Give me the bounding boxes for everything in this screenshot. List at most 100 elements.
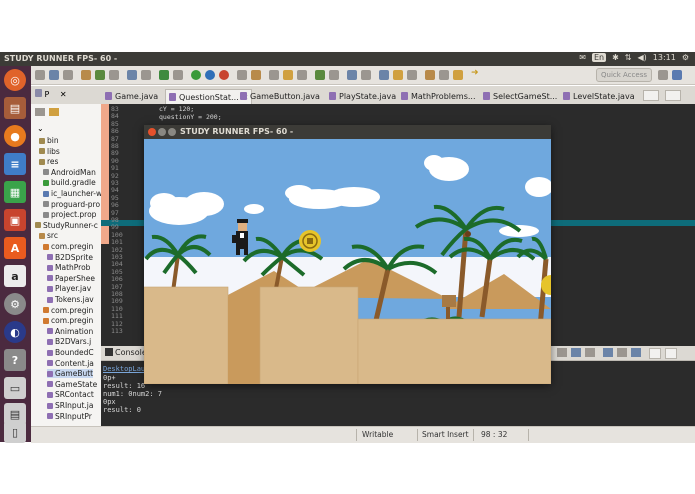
explorer-tab[interactable]: P ✕ <box>35 89 67 99</box>
terminate-icon[interactable] <box>557 348 567 357</box>
show-whitespace-icon[interactable] <box>379 70 389 80</box>
software-center-icon[interactable]: A <box>4 237 26 259</box>
display-console-icon[interactable] <box>631 348 641 357</box>
tree-item[interactable]: com.pregin <box>43 316 93 325</box>
avd-icon[interactable] <box>141 70 151 80</box>
minimize-console-icon[interactable] <box>649 348 661 359</box>
settings-gear-icon[interactable]: ⚙ <box>682 53 689 62</box>
lint-icon[interactable] <box>159 70 169 80</box>
tree-item[interactable]: build.gradle <box>43 178 96 187</box>
pin-console-icon[interactable] <box>617 348 627 357</box>
toggle-block-icon[interactable] <box>361 70 371 80</box>
tree-item[interactable]: SRContact <box>47 390 94 399</box>
mark-icon[interactable] <box>329 70 339 80</box>
view-menu-chevron-icon[interactable]: ⌄ <box>37 124 44 133</box>
system-settings-icon[interactable]: ⚙ <box>4 293 26 315</box>
toggle-breadcrumb-icon[interactable] <box>347 70 357 80</box>
close-window-icon[interactable] <box>148 128 156 136</box>
remove-launch-icon[interactable] <box>571 348 581 357</box>
tree-item[interactable]: com.pregin <box>43 306 93 315</box>
ndk-icon[interactable] <box>173 70 183 80</box>
print-icon[interactable] <box>63 70 73 80</box>
close-icon[interactable]: ✕ <box>60 90 67 99</box>
tab-6[interactable]: LevelState.java <box>563 89 635 103</box>
tree-item[interactable]: proguard-pro <box>43 200 100 209</box>
tree-item[interactable]: src <box>39 231 58 240</box>
tree-item[interactable]: MathProb <box>47 263 90 272</box>
tree-item[interactable]: AndroidMan <box>43 168 96 177</box>
files-icon[interactable]: ▤ <box>4 97 26 119</box>
coverage-icon[interactable] <box>237 70 247 80</box>
console-tab-label[interactable]: Console <box>115 348 147 357</box>
unknown-app-icon[interactable]: ? <box>4 349 26 371</box>
tab-5[interactable]: SelectGameSt... <box>483 89 557 103</box>
forward-icon[interactable] <box>453 70 463 80</box>
tree-item[interactable]: com.pregin <box>43 242 93 251</box>
minimize-window-icon[interactable] <box>158 128 166 136</box>
tab-3[interactable]: PlayState.java <box>329 89 396 103</box>
amazon-icon[interactable]: a <box>4 265 26 287</box>
game-window[interactable]: STUDY RUNNER FPS- 60 - <box>144 125 551 384</box>
perspective-open-icon[interactable] <box>658 70 668 80</box>
open-type-icon[interactable] <box>283 70 293 80</box>
bluetooth-icon[interactable]: ✱ <box>612 53 619 62</box>
java-perspective-icon[interactable] <box>672 70 682 80</box>
tab-2[interactable]: GameButton.java <box>240 89 320 103</box>
tree-item[interactable]: B2DVars.j <box>47 337 91 346</box>
tree-item[interactable]: B2DSprite <box>47 253 93 262</box>
maximize-console-icon[interactable] <box>665 348 677 359</box>
tree-item[interactable]: SRInputPr <box>47 412 92 421</box>
keyboard-layout-indicator[interactable]: En <box>591 53 607 62</box>
chevron-icon[interactable]: ➜ <box>471 68 479 78</box>
tree-item[interactable]: GameButt <box>47 369 94 379</box>
last-edit-icon[interactable] <box>425 70 435 80</box>
tree-item[interactable]: bin <box>39 136 59 145</box>
debug-icon[interactable] <box>95 70 105 80</box>
minimize-view-icon[interactable] <box>643 90 659 101</box>
firefox-icon[interactable]: ● <box>4 125 26 147</box>
tree-item[interactable]: PaperShee <box>47 274 95 283</box>
drive-icon[interactable]: ▭ <box>4 377 26 399</box>
tab-0[interactable]: Game.java <box>105 89 158 103</box>
dash-home-icon[interactable]: ◎ <box>4 69 26 91</box>
tool-icon[interactable] <box>109 70 119 80</box>
tree-item[interactable]: Content.ja <box>47 359 94 368</box>
link-editor-icon[interactable] <box>49 108 59 116</box>
eclipse-icon[interactable]: ◐ <box>4 321 26 343</box>
scroll-lock-icon[interactable] <box>603 348 613 357</box>
build-icon[interactable] <box>81 70 91 80</box>
tree-item[interactable]: libs <box>39 147 60 156</box>
calc-icon[interactable]: ▦ <box>4 181 26 203</box>
annotation-icon[interactable] <box>315 70 325 80</box>
tree-item[interactable]: SRInput.ja <box>47 401 93 410</box>
tree-item[interactable]: BoundedC <box>47 348 94 357</box>
back-icon[interactable] <box>439 70 449 80</box>
clock[interactable]: 13:11 <box>653 53 676 62</box>
new-icon[interactable] <box>35 70 45 80</box>
tree-item[interactable]: ic_launcher-w <box>43 189 101 198</box>
next-annotation-icon[interactable] <box>393 70 403 80</box>
trash-icon[interactable]: ▯ <box>4 421 26 443</box>
tree-item[interactable]: Player.jav <box>47 284 91 293</box>
impress-icon[interactable]: ▣ <box>4 209 26 231</box>
game-canvas[interactable] <box>144 139 551 384</box>
save-icon[interactable] <box>49 70 59 80</box>
debug-run-icon[interactable] <box>205 70 215 80</box>
sdk-icon[interactable] <box>127 70 137 80</box>
quick-access-field[interactable]: Quick Access <box>596 68 652 82</box>
mail-icon[interactable]: ✉ <box>579 53 586 62</box>
tree-item[interactable]: res <box>39 157 58 166</box>
tree-item[interactable]: Animation <box>47 327 93 336</box>
tree-item[interactable]: StudyRunner-c <box>35 221 98 230</box>
console-source-link[interactable]: DesktopLau <box>103 365 145 373</box>
tab-4[interactable]: MathProblems... <box>401 89 476 103</box>
run-icon[interactable] <box>191 70 201 80</box>
prev-annotation-icon[interactable] <box>407 70 417 80</box>
tree-item[interactable]: GameState <box>47 380 97 389</box>
game-window-titlebar[interactable]: STUDY RUNNER FPS- 60 - <box>144 125 551 139</box>
collapse-all-icon[interactable] <box>35 108 45 116</box>
new-class-icon[interactable] <box>269 70 279 80</box>
search-icon[interactable] <box>297 70 307 80</box>
external-tools-icon[interactable] <box>251 70 261 80</box>
writer-icon[interactable]: ≡ <box>4 153 26 175</box>
